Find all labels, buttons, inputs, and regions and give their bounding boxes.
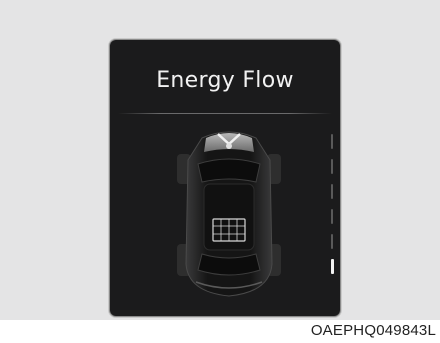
gauge-segment (331, 209, 333, 224)
cluster-display: Energy Flow (110, 40, 340, 316)
gauge-segment (331, 134, 333, 149)
figure-caption: OAEPHQ049843L (310, 322, 436, 339)
title-divider (118, 113, 332, 114)
gauge-segment (331, 234, 333, 249)
gauge-segment (330, 259, 334, 274)
page-title: Energy Flow (156, 68, 294, 93)
car-top-view-icon (177, 131, 281, 297)
gauge-segment (331, 159, 333, 174)
battery-level-gauge (329, 130, 337, 280)
gauge-segment (331, 184, 333, 199)
